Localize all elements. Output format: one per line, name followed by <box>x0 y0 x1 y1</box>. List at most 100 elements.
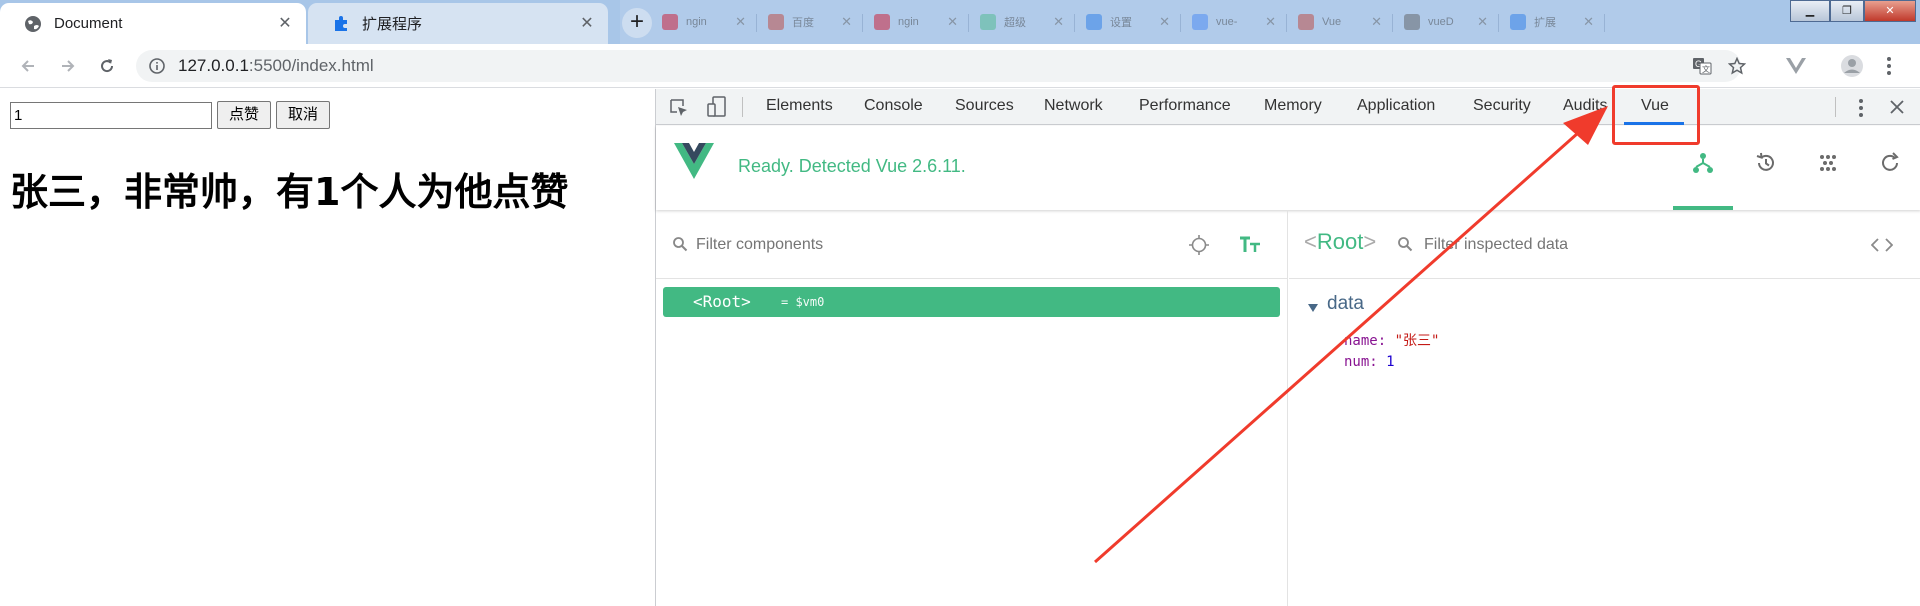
like-button[interactable]: 点赞 <box>217 101 271 129</box>
tab-separator <box>1286 14 1287 32</box>
reload-button[interactable] <box>93 52 121 80</box>
new-tab-button[interactable]: + <box>622 8 652 38</box>
data-prop-num[interactable]: num: 1 <box>1344 354 1395 370</box>
format-text-icon[interactable] <box>1239 235 1261 255</box>
tab-extensions[interactable]: 扩展程序 ✕ <box>308 3 608 44</box>
devtools-menu-icon[interactable] <box>1858 98 1864 118</box>
maximize-button[interactable]: ❐ <box>1830 0 1864 22</box>
vuex-tab[interactable] <box>1798 142 1858 210</box>
favicon-icon <box>662 14 678 30</box>
background-tab[interactable]: 设置 ✕ <box>1076 10 1182 34</box>
device-toolbar-icon[interactable] <box>706 96 728 118</box>
devtools-tab-audits[interactable]: Audits <box>1563 97 1607 115</box>
back-button[interactable] <box>14 52 42 80</box>
browser-tab-strip: Document ✕ 扩展程序 ✕ + ngin ✕ 百度 ✕ ngin ✕ 超级 ✕ 设置 ✕ v… <box>0 0 1920 44</box>
component-tree-root-row[interactable]: <Root> = $vm0 <box>663 287 1280 317</box>
cancel-button[interactable]: 取消 <box>276 101 330 129</box>
tab-separator <box>756 14 757 32</box>
translate-icon[interactable]: G文 <box>1692 57 1712 75</box>
prop-value: "张三" <box>1394 333 1440 349</box>
close-tab-icon[interactable]: ✕ <box>578 15 596 33</box>
favicon-icon <box>1510 14 1526 30</box>
address-bar[interactable]: 127.0.0.1:5500/index.html G文 <box>136 50 1746 82</box>
background-tab[interactable]: ngin ✕ <box>864 10 970 34</box>
vue-devtools-header: Ready. Detected Vue 2.6.11. <box>656 126 1920 210</box>
profile-avatar-icon[interactable] <box>1840 54 1864 78</box>
background-tab[interactable]: 百度 ✕ <box>758 10 864 34</box>
page-heading: 张三，非常帅，有1个人为他点赞 <box>10 170 569 214</box>
close-tab-icon[interactable]: ✕ <box>1371 14 1382 30</box>
tab-document[interactable]: Document ✕ <box>0 3 306 44</box>
inspected-component-name: Root <box>1316 229 1364 254</box>
vue-status-text: Ready. Detected Vue 2.6.11. <box>738 156 966 176</box>
caret-down-icon[interactable] <box>1307 303 1319 313</box>
root-component-tag: <Root> <box>693 292 751 311</box>
close-tab-icon[interactable]: ✕ <box>1053 14 1064 30</box>
background-tab-title: 百度 <box>792 17 814 29</box>
timeline-tab[interactable] <box>1736 142 1796 210</box>
data-prop-name[interactable]: name: "张三" <box>1344 330 1439 350</box>
background-tab[interactable]: Vue ✕ <box>1288 10 1394 34</box>
root-vm-ref: = $vm0 <box>781 295 825 309</box>
devtools-tab-sources[interactable]: Sources <box>955 97 1014 115</box>
background-tab[interactable]: vue- ✕ <box>1182 10 1288 34</box>
close-tab-icon[interactable]: ✕ <box>276 15 294 33</box>
arrow-left-icon <box>21 60 34 72</box>
arrow-right-icon <box>62 60 75 72</box>
inspected-component-title: <Root> <box>1304 229 1377 254</box>
background-tab[interactable]: vueD ✕ <box>1394 10 1500 34</box>
background-tab[interactable]: 超级 ✕ <box>970 10 1076 34</box>
inspector-pane: <Root> data name: "张三" num: 1 <box>1289 210 1920 606</box>
close-tab-icon[interactable]: ✕ <box>1583 14 1594 30</box>
close-devtools-icon[interactable] <box>1889 99 1905 115</box>
vue-logo-icon <box>674 143 714 179</box>
components-tab[interactable] <box>1673 142 1733 210</box>
refresh-icon <box>1882 152 1899 171</box>
grid-dots-icon <box>1820 155 1836 171</box>
devtools-tab-performance[interactable]: Performance <box>1139 97 1231 115</box>
prop-value: 1 <box>1386 354 1395 370</box>
devtools-tab-security[interactable]: Security <box>1473 97 1531 115</box>
inspect-element-icon[interactable] <box>669 98 689 118</box>
forward-button[interactable] <box>54 52 82 80</box>
filter-components-input[interactable] <box>696 233 1076 257</box>
background-tab[interactable]: ngin ✕ <box>652 10 758 34</box>
close-tab-icon[interactable]: ✕ <box>1159 14 1170 30</box>
more-menu-icon[interactable] <box>1886 56 1892 76</box>
refresh-button[interactable] <box>1860 142 1920 210</box>
close-tab-icon[interactable]: ✕ <box>1265 14 1276 30</box>
star-bookmark-icon[interactable] <box>1728 57 1746 75</box>
background-tab-title: vueD <box>1428 16 1454 28</box>
globe-icon <box>25 15 41 32</box>
background-tab-title: 设置 <box>1110 17 1132 29</box>
background-tab[interactable]: 扩展 ✕ <box>1500 10 1606 34</box>
close-tab-icon[interactable]: ✕ <box>735 14 746 30</box>
tab-title: 扩展程序 <box>362 16 423 33</box>
page-viewport: 点赞 取消 张三，非常帅，有1个人为他点赞 <box>0 89 655 606</box>
background-tab-title: 超级 <box>1004 17 1026 29</box>
num-input[interactable] <box>10 102 212 129</box>
crosshair-select-icon[interactable] <box>1188 234 1210 256</box>
code-brackets-icon[interactable] <box>1871 237 1893 253</box>
close-tab-icon[interactable]: ✕ <box>841 14 852 30</box>
devtools-tab-application[interactable]: Application <box>1357 97 1435 115</box>
tab-separator <box>862 14 863 32</box>
favicon-icon <box>1086 14 1102 30</box>
tab-separator <box>1180 14 1181 32</box>
background-tab-title: vue- <box>1216 16 1238 28</box>
close-tab-icon[interactable]: ✕ <box>947 14 958 30</box>
favicon-icon <box>874 14 890 30</box>
background-tab-title: Vue <box>1322 16 1342 28</box>
devtools-tab-network[interactable]: Network <box>1044 97 1103 115</box>
devtools-tab-elements[interactable]: Elements <box>766 97 833 115</box>
url-text: 127.0.0.1:5500/index.html <box>178 56 374 76</box>
vue-devtools-extension-icon[interactable] <box>1786 58 1806 74</box>
reload-icon <box>101 59 114 73</box>
close-tab-icon[interactable]: ✕ <box>1477 14 1488 30</box>
devtools-tab-console[interactable]: Console <box>864 97 923 115</box>
devtools-tab-memory[interactable]: Memory <box>1264 97 1322 115</box>
filter-inspected-input[interactable] <box>1424 233 1844 257</box>
minimize-button[interactable]: ▁ <box>1790 0 1830 22</box>
close-window-button[interactable]: ✕ <box>1864 0 1916 22</box>
info-icon[interactable] <box>148 57 166 75</box>
